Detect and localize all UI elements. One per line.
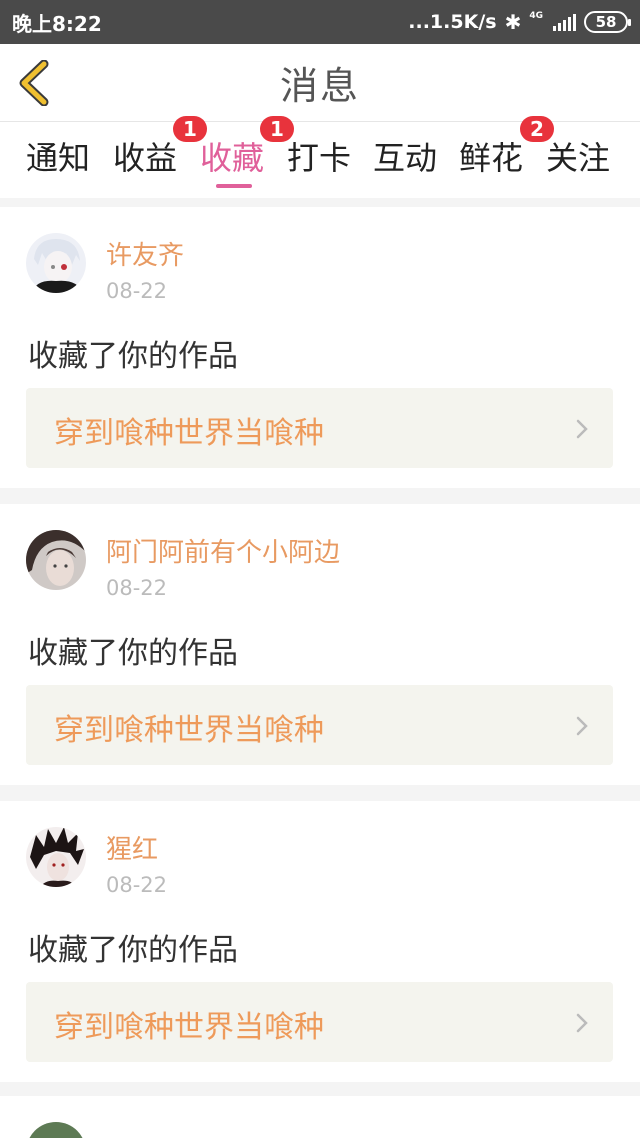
status-time: 晚上8:22: [12, 11, 102, 36]
message-card: 阿门阿前有个小阿边 08-22 收藏了你的作品 穿到喰种世界当喰种: [0, 504, 640, 785]
work-title: 穿到喰种世界当喰种: [54, 713, 324, 748]
username[interactable]: 阿门阿前有个小阿边: [106, 532, 340, 569]
avatar[interactable]: [26, 827, 86, 887]
message-date: 08-22: [106, 873, 168, 897]
avatar[interactable]: [26, 530, 86, 590]
network-type: 4G: [529, 10, 543, 21]
message-card: 许友齐 08-22 收藏了你的作品 穿到喰种世界当喰种: [0, 207, 640, 488]
tab-notice[interactable]: 通知: [26, 136, 90, 186]
chevron-right-icon: [576, 419, 588, 439]
message-text: 收藏了你的作品: [28, 636, 238, 671]
chevron-right-icon: [576, 1013, 588, 1033]
status-indicators: ...1.5K/s ✱ 4G 58: [408, 10, 631, 34]
username[interactable]: 猩红: [106, 829, 158, 866]
battery-icon: 58: [584, 11, 631, 33]
message-card-partial: [0, 1096, 640, 1138]
chevron-left-icon: [19, 59, 49, 107]
status-bar: 晚上8:22 ...1.5K/s ✱ 4G 58: [0, 0, 640, 44]
bluetooth-icon: ✱: [504, 10, 522, 34]
message-date: 08-22: [106, 279, 168, 303]
work-title: 穿到喰种世界当喰种: [54, 1010, 324, 1045]
tab-checkin[interactable]: 打卡: [287, 136, 351, 186]
message-date: 08-22: [106, 576, 168, 600]
message-card: 猩红 08-22 收藏了你的作品 穿到喰种世界当喰种: [0, 801, 640, 1082]
tab-follow[interactable]: 关注: [546, 136, 610, 186]
message-text: 收藏了你的作品: [28, 339, 238, 374]
tab-flowers[interactable]: 鲜花: [459, 136, 523, 186]
tab-income[interactable]: 收益: [113, 136, 177, 186]
work-link[interactable]: 穿到喰种世界当喰种: [26, 685, 613, 765]
chevron-right-icon: [576, 716, 588, 736]
username[interactable]: 许友齐: [106, 235, 184, 272]
tab-interact[interactable]: 互动: [373, 136, 437, 186]
message-text: 收藏了你的作品: [28, 933, 238, 968]
page-title: 消息: [279, 64, 360, 108]
battery-level: 58: [595, 13, 617, 31]
active-tab-indicator: [216, 184, 252, 188]
back-button[interactable]: [16, 59, 60, 107]
avatar[interactable]: [26, 1122, 86, 1138]
work-title: 穿到喰种世界当喰种: [54, 416, 324, 451]
header-bar: 消息: [0, 44, 640, 122]
net-speed: ...1.5K/s: [408, 11, 497, 33]
avatar[interactable]: [26, 233, 86, 293]
tab-bar: 通知 收益 1 收藏 1 打卡 互动 鲜花 2 关注: [0, 116, 640, 198]
signal-icon: [553, 13, 576, 31]
tab-favorites[interactable]: 收藏: [200, 136, 264, 186]
work-link[interactable]: 穿到喰种世界当喰种: [26, 982, 613, 1062]
work-link[interactable]: 穿到喰种世界当喰种: [26, 388, 613, 468]
